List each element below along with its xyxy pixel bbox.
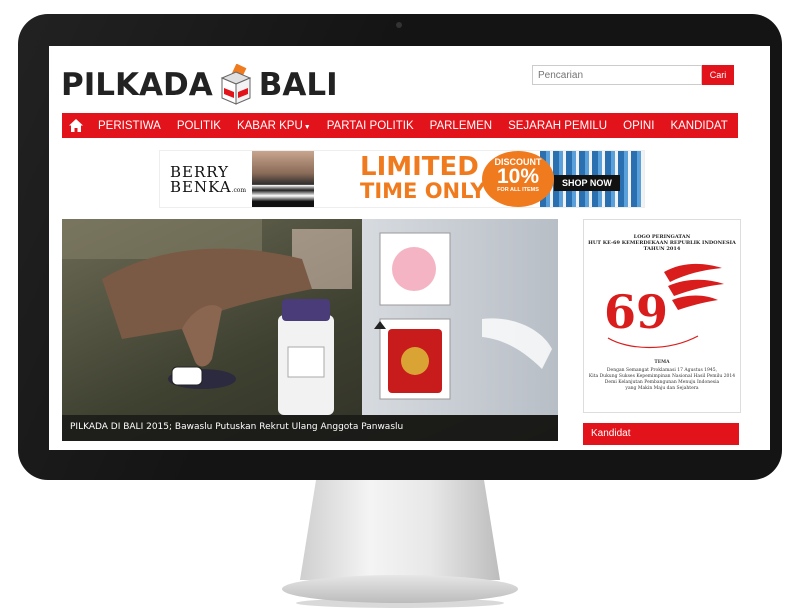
- sidebar-poster-hut-69[interactable]: LOGO PERINGATAN HUT KE-69 KEMERDEKAAN RE…: [583, 219, 741, 413]
- poster-number: 69: [604, 285, 668, 339]
- featured-article-caption: PILKADA DI BALI 2015; Bawaslu Putuskan R…: [62, 415, 558, 441]
- hut-69-logo: 69: [604, 263, 724, 349]
- ad-brand-suffix: .com: [231, 187, 247, 194]
- webcam: [396, 22, 402, 28]
- ad-discount-value: 10%: [496, 165, 540, 188]
- featured-article[interactable]: PILKADA DI BALI 2015; Bawaslu Putuskan R…: [62, 219, 558, 441]
- nav-home[interactable]: [62, 113, 90, 138]
- ad-model-photo: [252, 151, 314, 207]
- poster-tema-line-4: yang Makin Maju dan Sejahtera: [625, 386, 699, 391]
- monitor-stand-neck: [300, 480, 500, 580]
- nav-item-peristiwa[interactable]: PERISTIWA: [90, 120, 169, 132]
- ad-brand: BERRY BENKA.com: [170, 165, 246, 198]
- ad-shop-now-button[interactable]: SHOP NOW: [554, 175, 620, 191]
- ad-brand-line2: BENKA.com: [170, 180, 246, 198]
- monitor-stand-base: [282, 575, 518, 603]
- nav-item-opini[interactable]: OPINI: [615, 120, 662, 132]
- site-logo[interactable]: PILKADA BALI: [61, 64, 338, 106]
- nav-item-sejarah-pemilu[interactable]: SEJARAH PEMILU: [500, 120, 615, 132]
- caret-down-icon: ▼: [303, 123, 311, 131]
- poster-tema-line-3: Demi Kelanjutan Pembangunan Menuju Indon…: [604, 380, 720, 385]
- sidebar-kandidat-title: Kandidat: [591, 428, 631, 439]
- screen: PILKADA BALI Cari PERISTIWA: [49, 46, 770, 450]
- home-icon: [69, 119, 83, 132]
- sidebar-kandidat-header[interactable]: Kandidat: [583, 423, 739, 445]
- nav-item-partai-politik[interactable]: PARTAI POLITIK: [319, 120, 422, 132]
- ad-headline-line1: LIMITED: [360, 152, 479, 182]
- ad-headline-line2: TIME ONLY: [360, 179, 486, 203]
- poster-title-3: TAHUN 2014: [643, 246, 681, 252]
- nav-item-politik[interactable]: POLITIK: [169, 120, 229, 132]
- poster-tema-line-1: Dengan Semangat Proklamasi 17 Agustus 19…: [606, 368, 718, 373]
- ad-brand-line2-text: BENKA: [170, 178, 232, 196]
- logo-text-left: PILKADA: [61, 67, 213, 103]
- main-nav: PERISTIWA POLITIK KABAR KPU▼ PARTAI POLI…: [62, 113, 738, 138]
- ad-headline: LIMITED TIME ONLY: [360, 152, 486, 203]
- nav-item-parlemen[interactable]: PARLEMEN: [422, 120, 500, 132]
- ad-discount-badge: DISCOUNT 10% FOR ALL ITEMS: [482, 151, 554, 207]
- nav-item-kabar-kpu[interactable]: KABAR KPU▼: [229, 120, 319, 132]
- ad-discount-sub: FOR ALL ITEMS: [497, 187, 539, 193]
- monitor-frame: PILKADA BALI Cari PERISTIWA: [18, 14, 782, 480]
- search-bar: Cari: [532, 65, 734, 85]
- search-input[interactable]: [532, 65, 702, 85]
- featured-article-photo: [62, 219, 558, 441]
- ad-banner[interactable]: BERRY BENKA.com LIMITED TIME ONLY DISCOU…: [159, 150, 645, 208]
- nav-item-kandidat[interactable]: KANDIDAT: [662, 120, 735, 132]
- featured-article-title[interactable]: PILKADA DI BALI 2015; Bawaslu Putuskan R…: [70, 422, 403, 432]
- poster-tema-line-2: Kita Dukung Sukses Kepemimpinan Nasional…: [588, 374, 736, 379]
- nav-item-kabar-kpu-label: KABAR KPU: [236, 119, 303, 132]
- search-button[interactable]: Cari: [702, 65, 734, 85]
- ballot-box-icon: [220, 64, 252, 105]
- poster-tema-label: TEMA: [654, 360, 670, 365]
- logo-text-right: BALI: [258, 67, 338, 103]
